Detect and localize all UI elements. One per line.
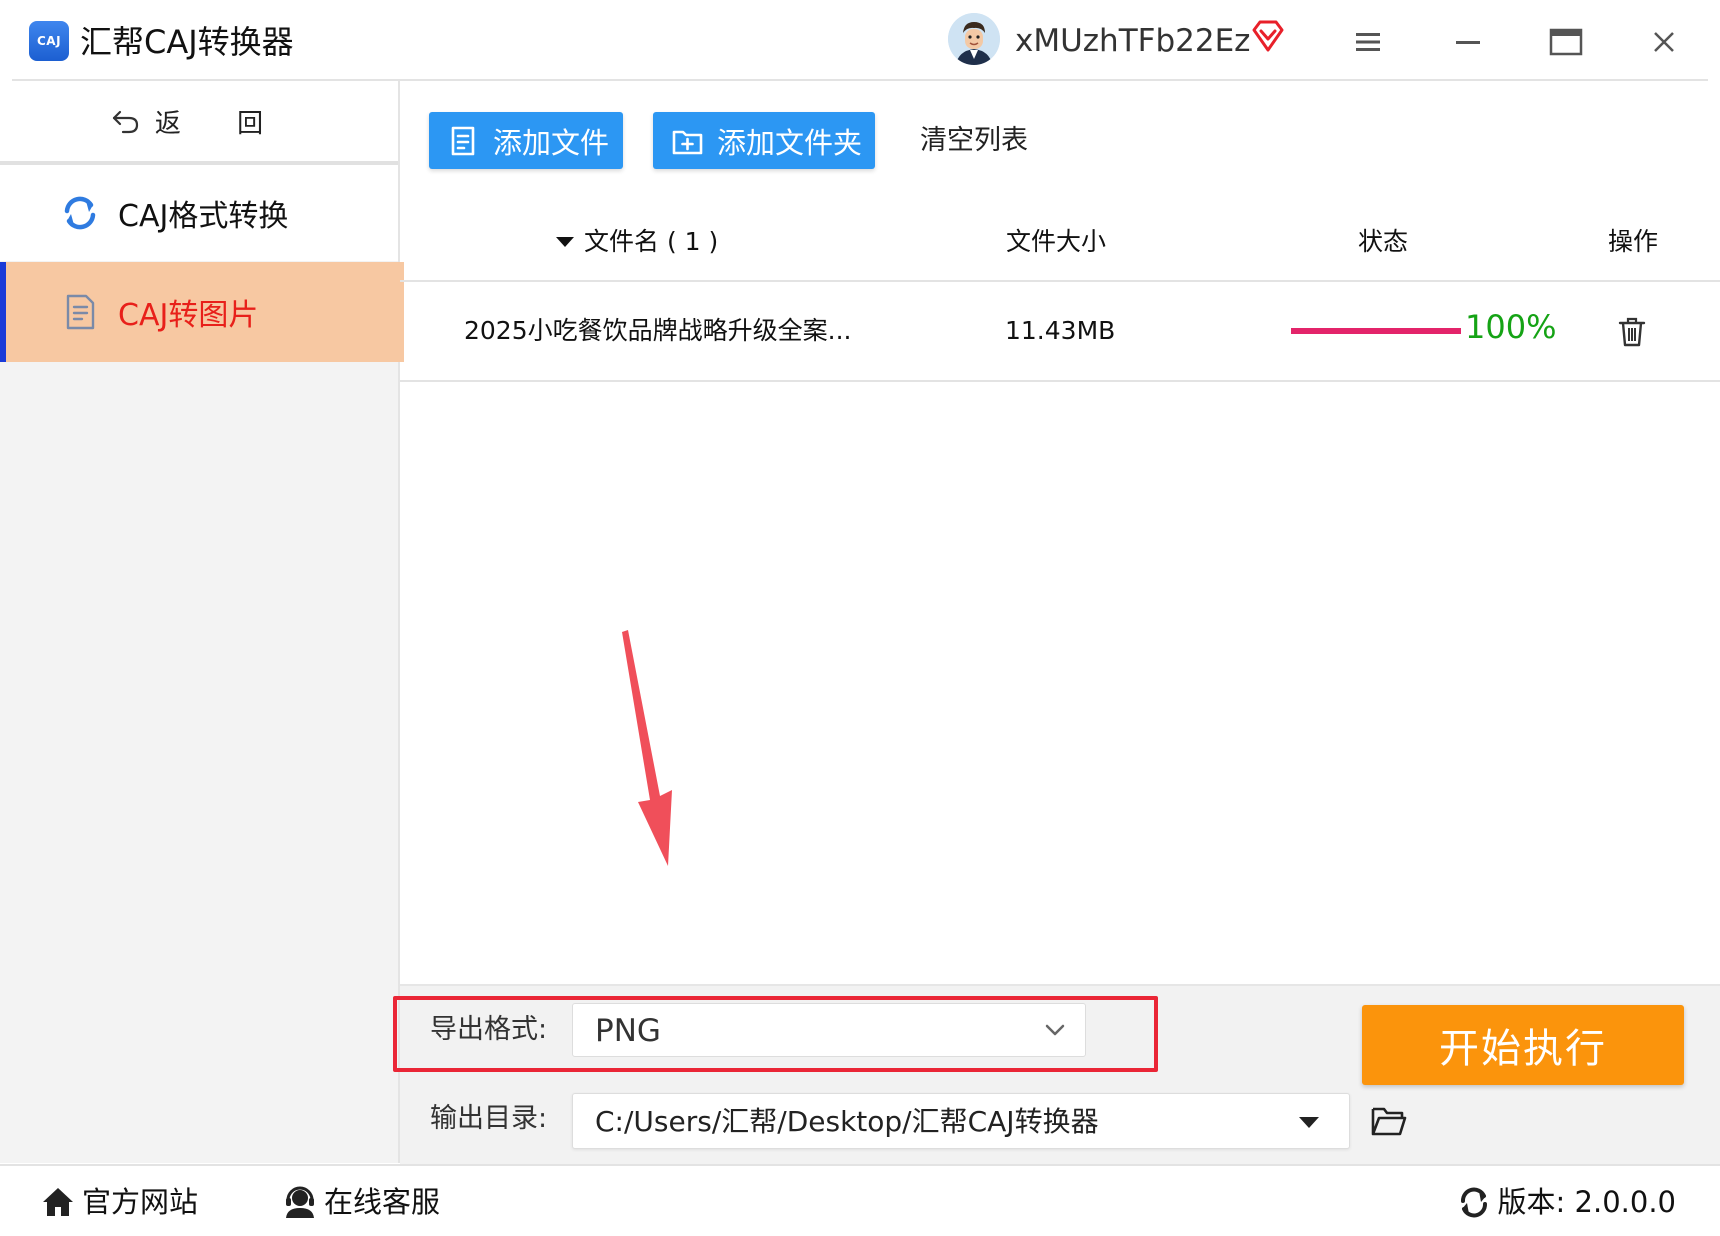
home-icon: [43, 1188, 73, 1216]
file-name: 2025小吃餐饮品牌战略升级全案...: [464, 316, 852, 345]
column-header-status: 状态: [1358, 227, 1409, 256]
user-avatar[interactable]: [948, 13, 1000, 65]
app-title: 汇帮CAJ转换器: [80, 23, 294, 61]
start-button[interactable]: 开始执行: [1362, 1005, 1684, 1085]
sidebar: 返 回 CAJ格式转换 CAJ转图片: [0, 81, 404, 1163]
column-header-filename-label: 文件名 ( 1 ): [584, 227, 719, 256]
vip-diamond-icon[interactable]: [1250, 18, 1286, 54]
table-row[interactable]: 2025小吃餐饮品牌战略升级全案... 11.43MB 100%: [400, 282, 1720, 382]
column-header-action: 操作: [1608, 227, 1659, 256]
sidebar-item-caj-to-image[interactable]: CAJ转图片: [0, 262, 404, 362]
sidebar-item-label: CAJ格式转换: [118, 199, 289, 234]
document-icon: [60, 292, 100, 332]
file-size: 11.43MB: [1005, 316, 1116, 345]
version-info[interactable]: 版本: 2.0.0.0: [1456, 1182, 1676, 1222]
add-folder-icon: [672, 130, 703, 154]
back-arrow-icon: [112, 110, 138, 134]
back-button[interactable]: 返 回: [0, 81, 398, 161]
output-dir-label: 输出目录:: [430, 1103, 548, 1134]
official-site-label: 官方网站: [82, 1185, 199, 1219]
output-dir-value: C:/Users/汇帮/Desktop/汇帮CAJ转换器: [595, 1105, 1099, 1138]
minimize-icon[interactable]: [1448, 22, 1488, 62]
sidebar-item-label: CAJ转图片: [118, 298, 259, 333]
official-site-link[interactable]: 官方网站: [40, 1182, 198, 1222]
update-icon: [1460, 1187, 1487, 1218]
refresh-icon: [60, 193, 100, 233]
app-logo-text: CAJ: [36, 34, 62, 48]
progress-percent: 100%: [1465, 308, 1557, 346]
clear-list-button[interactable]: 清空列表: [920, 122, 1028, 160]
footer: 官方网站 在线客服 版本: 2.0.0.0: [0, 1164, 1720, 1236]
maximize-icon[interactable]: [1546, 22, 1586, 62]
dropdown-caret-icon: [1299, 1117, 1319, 1128]
delete-icon[interactable]: [1617, 316, 1647, 348]
annotation-arrow-icon: [622, 630, 672, 866]
add-file-label: 添加文件: [493, 125, 610, 160]
column-header-size: 文件大小: [1006, 227, 1107, 256]
file-table-header: 文件名 ( 1 ) 文件大小 状态 操作: [400, 200, 1720, 282]
highlight-box: [393, 996, 1158, 1072]
sort-caret-icon: [556, 237, 574, 247]
menu-icon[interactable]: [1348, 22, 1388, 62]
add-file-icon: [451, 126, 475, 155]
add-folder-label: 添加文件夹: [717, 125, 863, 160]
close-icon[interactable]: [1644, 22, 1684, 62]
title-bar: CAJ 汇帮CAJ转换器 xMUzhTFb22Ez: [0, 0, 1720, 81]
back-label: 返 回: [154, 108, 288, 139]
add-folder-button[interactable]: 添加文件夹: [653, 112, 875, 169]
online-service-label: 在线客服: [324, 1185, 441, 1219]
sidebar-item-caj-convert[interactable]: CAJ格式转换: [0, 165, 398, 261]
add-file-button[interactable]: 添加文件: [429, 112, 623, 169]
open-folder-icon[interactable]: [1370, 1104, 1408, 1138]
version-label: 版本: 2.0.0.0: [1497, 1185, 1676, 1219]
progress-fill: [1291, 328, 1461, 334]
app-logo: CAJ: [29, 21, 69, 61]
progress-bar: [1291, 328, 1461, 334]
output-dir-select[interactable]: C:/Users/汇帮/Desktop/汇帮CAJ转换器: [572, 1093, 1350, 1149]
username[interactable]: xMUzhTFb22Ez: [1015, 20, 1250, 62]
column-header-filename[interactable]: 文件名 ( 1 ): [556, 226, 718, 258]
headset-icon: [286, 1186, 314, 1218]
online-service-link[interactable]: 在线客服: [282, 1182, 440, 1222]
